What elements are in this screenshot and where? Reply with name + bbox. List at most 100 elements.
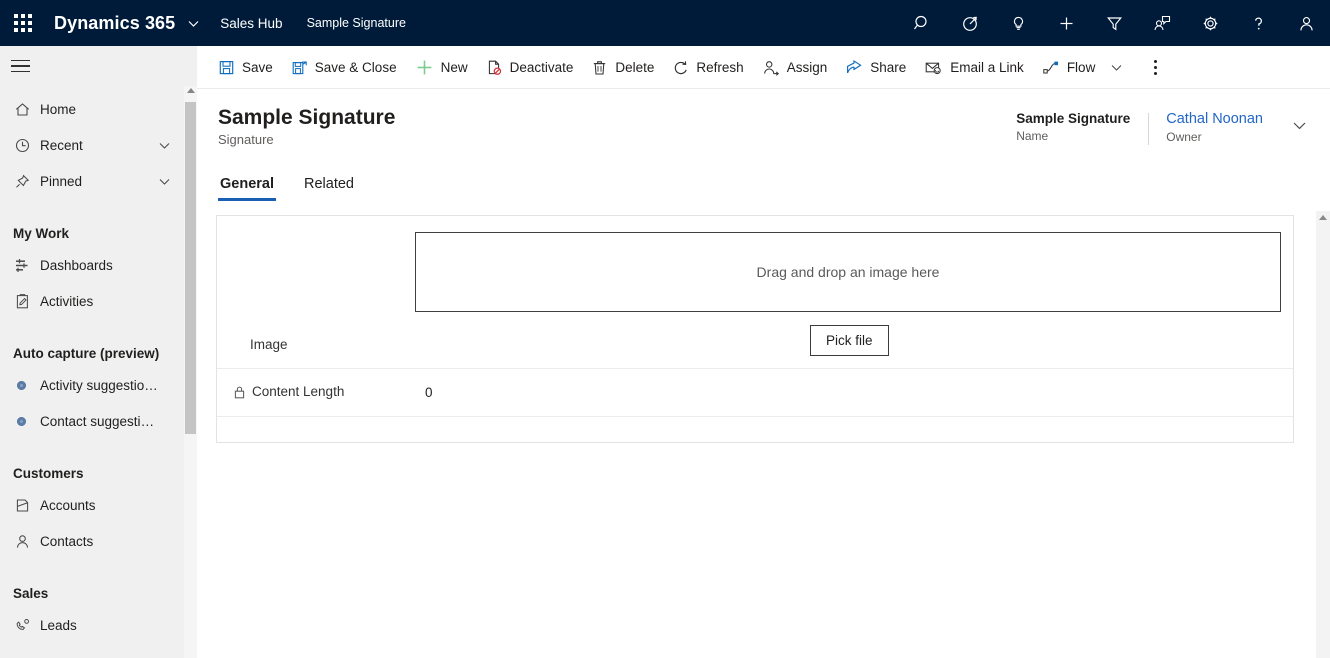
flow-chevron-down-icon[interactable] xyxy=(1104,61,1129,74)
sidebar-item-contact-suggestions[interactable]: Contact suggestio... xyxy=(0,403,197,439)
form-scrollbar[interactable] xyxy=(1316,211,1330,658)
sidebar-item-label: Dashboards xyxy=(40,257,113,273)
content-length-field-label: Content Length xyxy=(233,384,344,399)
diagnostics-icon[interactable] xyxy=(946,0,994,46)
flow-button[interactable]: Flow xyxy=(1033,46,1105,89)
brand-title[interactable]: Dynamics 365 xyxy=(54,13,175,34)
sidebar-item-label: Recent xyxy=(40,137,83,153)
save-button-label: Save xyxy=(242,59,273,75)
sidebar-item-home[interactable]: Home xyxy=(0,91,197,127)
header-expand-chevron-down-icon[interactable] xyxy=(1281,111,1316,134)
header-field-label: Owner xyxy=(1166,130,1202,144)
header-field-owner[interactable]: Cathal Noonan Owner xyxy=(1148,111,1281,145)
email-a-link-button[interactable]: Email a Link xyxy=(915,46,1033,89)
share-button[interactable]: Share xyxy=(836,46,915,89)
save-button[interactable]: Save xyxy=(209,46,282,89)
new-button-label: New xyxy=(440,59,468,75)
sidebar-scrollbar-thumb[interactable] xyxy=(185,102,196,434)
form-tab-list: General Related xyxy=(197,163,1330,201)
user-avatar-icon[interactable] xyxy=(1282,0,1330,46)
assign-button-label: Assign xyxy=(786,59,828,75)
sidebar-scrollbar[interactable] xyxy=(184,86,197,658)
top-nav-icon-group xyxy=(898,0,1330,46)
tab-general[interactable]: General xyxy=(218,176,276,201)
deactivate-icon xyxy=(486,59,503,76)
sidebar-item-activity-suggestions[interactable]: Activity suggestions xyxy=(0,367,197,403)
app-name-label[interactable]: Sales Hub xyxy=(220,16,282,31)
email-link-icon xyxy=(924,59,943,76)
image-dropzone[interactable]: Drag and drop an image here xyxy=(415,232,1281,312)
search-icon[interactable] xyxy=(898,0,946,46)
tab-related[interactable]: Related xyxy=(302,176,356,201)
header-field-value[interactable]: Cathal Noonan xyxy=(1166,111,1263,127)
header-field-label: Name xyxy=(1016,129,1049,143)
home-icon xyxy=(14,101,40,118)
plus-icon[interactable] xyxy=(1042,0,1090,46)
save-icon xyxy=(218,59,235,76)
sidebar-item-accounts[interactable]: Accounts xyxy=(0,487,197,523)
app-launcher-icon[interactable] xyxy=(0,0,46,46)
image-field-label: Image xyxy=(250,337,288,352)
scroll-up-arrow-icon[interactable] xyxy=(1319,215,1327,220)
form-header: Sample Signature Signature Sample Signat… xyxy=(197,89,1330,163)
sidebar-item-label: Pinned xyxy=(40,173,83,189)
sidebar-item-label: Home xyxy=(40,101,77,117)
email-a-link-button-label: Email a Link xyxy=(950,59,1024,75)
chevron-down-icon[interactable] xyxy=(158,175,171,188)
header-field-value: Sample Signature xyxy=(1016,111,1131,126)
contacts-icon xyxy=(14,533,40,550)
sidebar-item-dashboards[interactable]: Dashboards xyxy=(0,247,197,283)
bullet-dot-icon xyxy=(14,416,40,426)
hamburger-lines xyxy=(11,59,30,73)
sidebar-item-label: Accounts xyxy=(40,497,96,513)
header-field-name[interactable]: Sample Signature Name xyxy=(998,111,1148,143)
lightbulb-icon[interactable] xyxy=(994,0,1042,46)
breadcrumb-record[interactable]: Sample Signature xyxy=(307,16,406,30)
deactivate-button-label: Deactivate xyxy=(509,59,574,75)
filter-icon[interactable] xyxy=(1090,0,1138,46)
left-sidebar: Home Recent Pinned My Work Dashboards Ac… xyxy=(0,46,197,658)
content-length-value: 0 xyxy=(425,385,433,400)
top-navigation-bar: Dynamics 365 Sales Hub Sample Signature xyxy=(0,0,1330,46)
help-icon[interactable] xyxy=(1234,0,1282,46)
form-row-content-length: Content Length 0 xyxy=(217,369,1293,417)
header-fields: Sample Signature Name Cathal Noonan Owne… xyxy=(998,105,1330,145)
sidebar-item-label: Leads xyxy=(40,617,77,633)
sidebar-item-label: Contact suggestio... xyxy=(40,413,158,429)
activities-icon xyxy=(14,293,40,310)
hamburger-menu-icon[interactable] xyxy=(0,46,197,86)
sidebar-item-pinned[interactable]: Pinned xyxy=(0,163,197,199)
sidebar-item-contacts[interactable]: Contacts xyxy=(0,523,197,559)
delete-button[interactable]: Delete xyxy=(582,46,663,89)
sidebar-item-activities[interactable]: Activities xyxy=(0,283,197,319)
new-button[interactable]: New xyxy=(406,46,477,89)
pick-file-button[interactable]: Pick file xyxy=(810,325,889,356)
refresh-button[interactable]: Refresh xyxy=(663,46,752,89)
sidebar-group-auto-capture: Auto capture (preview) xyxy=(13,346,160,361)
record-form: Sample Signature Signature Sample Signat… xyxy=(197,89,1330,658)
save-and-close-button[interactable]: Save & Close xyxy=(282,46,406,89)
deactivate-button[interactable]: Deactivate xyxy=(477,46,583,89)
scroll-up-arrow-icon[interactable] xyxy=(186,88,195,93)
share-icon xyxy=(845,59,863,76)
form-row-image: Image Pick file xyxy=(217,321,1293,369)
save-and-close-icon xyxy=(291,59,308,76)
sidebar-item-leads[interactable]: Leads xyxy=(0,607,197,643)
pin-icon xyxy=(14,173,40,190)
sidebar-item-recent[interactable]: Recent xyxy=(0,127,197,163)
command-bar: Save Save & Close New Deactivate Delete … xyxy=(197,46,1330,89)
chevron-down-icon[interactable] xyxy=(158,139,171,152)
content-length-label-text: Content Length xyxy=(252,384,345,399)
sidebar-group-customers: Customers xyxy=(13,466,84,481)
assistant-icon[interactable] xyxy=(1138,0,1186,46)
gear-icon[interactable] xyxy=(1186,0,1234,46)
assign-button[interactable]: Assign xyxy=(753,46,837,89)
dashboards-icon xyxy=(14,257,40,274)
chevron-down-icon[interactable] xyxy=(187,17,200,30)
form-title-block: Sample Signature Signature xyxy=(218,105,395,147)
more-commands-button[interactable] xyxy=(1139,46,1171,89)
